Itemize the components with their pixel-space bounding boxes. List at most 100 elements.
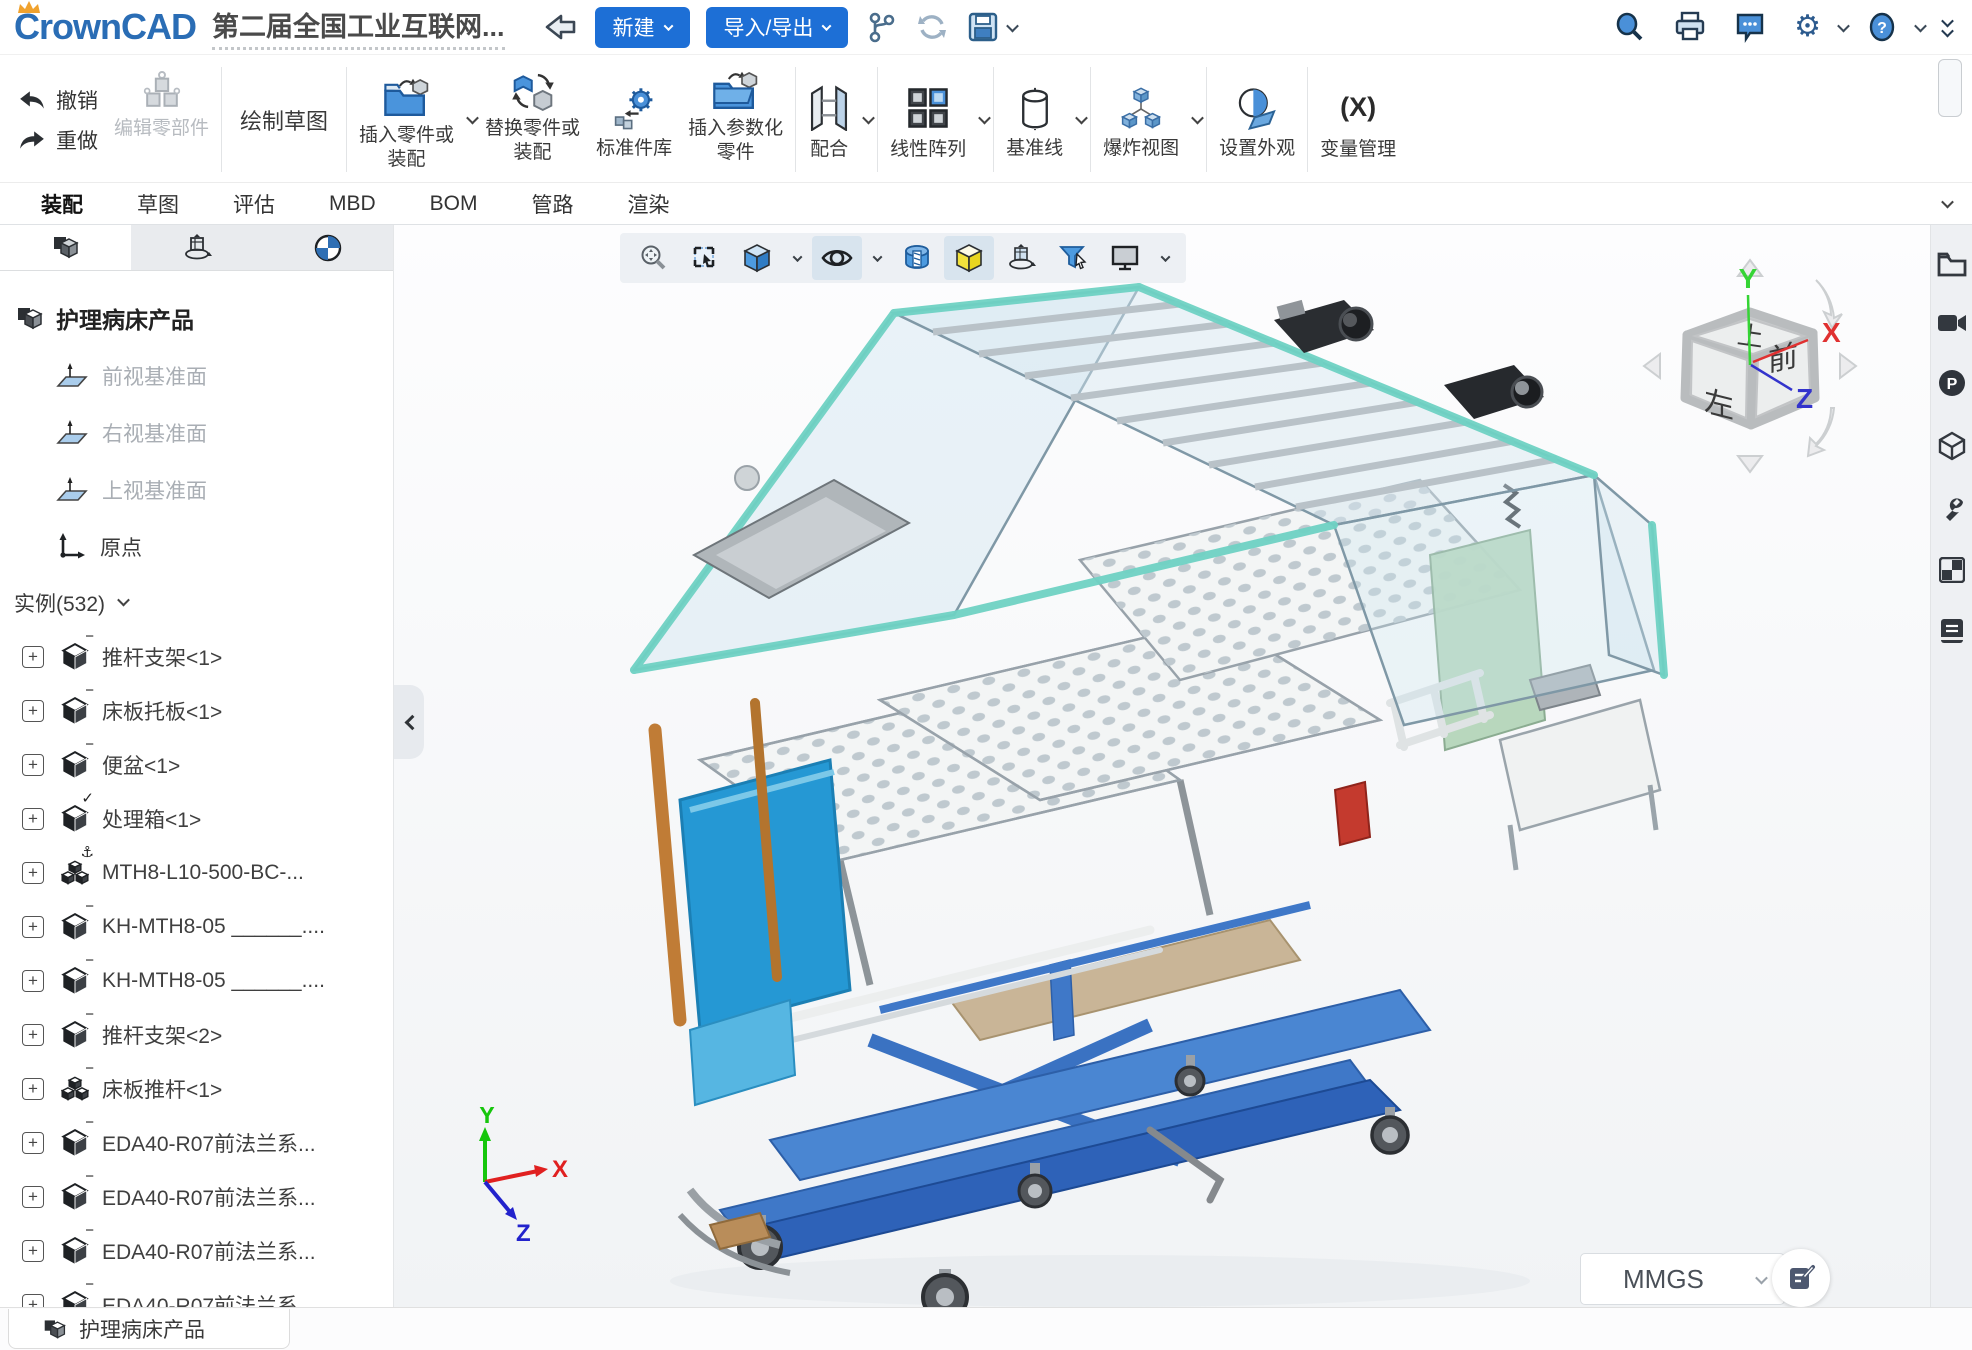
- visibility-chevron-icon[interactable]: [864, 236, 890, 280]
- model-box-icon[interactable]: [1937, 431, 1967, 461]
- set-appearance-button[interactable]: 设置外观: [1211, 61, 1303, 178]
- open-document-chip[interactable]: 护理病床产品: [8, 1309, 290, 1349]
- tree-item[interactable]: − EDA40-R07前法兰系: [0, 1278, 393, 1307]
- viewcube-left-arrow[interactable]: [1644, 354, 1660, 378]
- exploded-view-button[interactable]: 爆炸视图: [1095, 79, 1187, 161]
- 3d-viewport[interactable]: 上 左 前 Y X Z Y X Z: [394, 225, 1930, 1307]
- expand-icon[interactable]: [22, 1132, 44, 1154]
- folder-icon[interactable]: [1937, 251, 1967, 277]
- tab-mbd[interactable]: MBD: [302, 183, 403, 224]
- tree-item[interactable]: − 便盆<1>: [0, 738, 393, 792]
- print-icon[interactable]: [1674, 11, 1706, 43]
- redo-button[interactable]: 重做: [18, 125, 98, 155]
- p-badge-icon[interactable]: P: [1938, 369, 1966, 397]
- viewcube-right-arrow[interactable]: [1840, 354, 1856, 378]
- section-view-tool[interactable]: [892, 236, 942, 280]
- linear-pattern-button[interactable]: 线性阵列: [882, 78, 974, 162]
- expand-icon[interactable]: [22, 1240, 44, 1262]
- visibility-tool[interactable]: [812, 236, 862, 280]
- mate-chevron-icon[interactable]: [862, 112, 875, 125]
- tree-item[interactable]: − EDA40-R07前法兰系...: [0, 1170, 393, 1224]
- tree-root[interactable]: 护理病床产品: [0, 289, 393, 347]
- datum-line-chevron-icon[interactable]: [1075, 112, 1088, 125]
- insert-parametric-button[interactable]: 插入参数化零件: [680, 61, 791, 178]
- ribbon-scroll-thumb[interactable]: [1938, 59, 1962, 117]
- sidebar-tab-turntable[interactable]: [131, 225, 262, 270]
- tab-piping[interactable]: 管路: [505, 183, 601, 224]
- expand-icon[interactable]: [22, 700, 44, 722]
- linear-pattern-chevron-icon[interactable]: [978, 112, 991, 125]
- notebook-icon[interactable]: [1939, 617, 1965, 645]
- screen-tool[interactable]: [1100, 236, 1150, 280]
- replace-part-button[interactable]: 替换零件或装配: [477, 61, 588, 178]
- tree-item[interactable]: − 推杆支架<2>: [0, 1008, 393, 1062]
- sync-icon[interactable]: [916, 11, 948, 43]
- rotate-view-tool[interactable]: [996, 236, 1046, 280]
- expand-icon[interactable]: [22, 970, 44, 992]
- back-arrow-icon[interactable]: [543, 12, 577, 42]
- datum-line-button[interactable]: 基准线: [998, 79, 1071, 161]
- save-chevron-icon[interactable]: [1006, 19, 1019, 32]
- view-orientation-chevron-icon[interactable]: [784, 236, 810, 280]
- undo-button[interactable]: 撤销: [18, 85, 98, 115]
- view-orientation-tool[interactable]: [732, 236, 782, 280]
- screen-chevron-icon[interactable]: [1152, 236, 1178, 280]
- collapse-toolbar-icon[interactable]: [1943, 18, 1952, 37]
- view-cube[interactable]: 上 左 前 Y X Z: [1620, 240, 1900, 490]
- branch-icon[interactable]: [866, 11, 896, 43]
- gear-icon[interactable]: ⚙: [1794, 12, 1821, 42]
- zoom-tool[interactable]: [628, 236, 678, 280]
- save-icon[interactable]: [968, 12, 998, 42]
- tree-item-front-plane[interactable]: 前视基准面: [0, 347, 393, 404]
- expand-icon[interactable]: [22, 808, 44, 830]
- tab-bom[interactable]: BOM: [403, 183, 505, 224]
- expand-icon[interactable]: [22, 1186, 44, 1208]
- import-export-button[interactable]: 导入/导出: [706, 7, 849, 48]
- expand-icon[interactable]: [22, 1078, 44, 1100]
- filter-tool[interactable]: [1048, 236, 1098, 280]
- tab-sketch[interactable]: 草图: [110, 183, 206, 224]
- tree-item[interactable]: − 推杆支架<1>: [0, 630, 393, 684]
- edit-component-button[interactable]: 编辑零部件: [106, 61, 217, 178]
- tab-evaluate[interactable]: 评估: [206, 183, 302, 224]
- new-button[interactable]: 新建: [595, 7, 690, 48]
- expand-icon[interactable]: [22, 1024, 44, 1046]
- tree-item[interactable]: − KH-MTH8-05 ______....: [0, 900, 393, 954]
- comment-icon[interactable]: [1734, 11, 1766, 43]
- tree-item-top-plane[interactable]: 上视基准面: [0, 461, 393, 518]
- tree-item[interactable]: ⚓ MTH8-L10-500-BC-...: [0, 846, 393, 900]
- video-camera-icon[interactable]: [1937, 311, 1967, 335]
- tree-item[interactable]: − EDA40-R07前法兰系...: [0, 1116, 393, 1170]
- tab-assembly[interactable]: 装配: [14, 183, 110, 224]
- tree-item[interactable]: ✓ 处理箱<1>: [0, 792, 393, 846]
- tab-render[interactable]: 渲染: [601, 183, 697, 224]
- material-icon[interactable]: [1939, 557, 1965, 583]
- expand-icon[interactable]: [22, 754, 44, 776]
- tree-item[interactable]: − KH-MTH8-05 ______....: [0, 954, 393, 1008]
- tree-item-origin[interactable]: 原点: [0, 518, 393, 575]
- standard-library-button[interactable]: 标准件库: [588, 61, 680, 178]
- tree-item[interactable]: − 床板推杆<1>: [0, 1062, 393, 1116]
- search-icon[interactable]: [1614, 11, 1646, 43]
- app-logo[interactable]: CrownCAD: [14, 6, 196, 48]
- sidebar-tab-tree[interactable]: [0, 225, 131, 270]
- sidebar-tab-display-states[interactable]: [262, 225, 393, 270]
- help-icon[interactable]: ?: [1866, 11, 1898, 43]
- gear-chevron-icon[interactable]: [1837, 19, 1850, 32]
- insert-part-button[interactable]: 插入零件或装配: [351, 68, 462, 172]
- mate-button[interactable]: 配合: [800, 78, 858, 162]
- viewcube-down-arrow[interactable]: [1738, 456, 1762, 472]
- tabrow-chevron-icon[interactable]: [1941, 196, 1954, 209]
- sidebar-collapse-button[interactable]: [394, 685, 424, 759]
- exploded-view-chevron-icon[interactable]: [1191, 112, 1204, 125]
- note-edit-button[interactable]: [1772, 1249, 1830, 1307]
- help-chevron-icon[interactable]: [1914, 19, 1927, 32]
- expand-icon[interactable]: [22, 862, 44, 884]
- draw-sketch-button[interactable]: 绘制草图: [226, 61, 342, 178]
- appearance-display-tool[interactable]: [944, 236, 994, 280]
- variable-manager-button[interactable]: (X) 变量管理: [1312, 61, 1404, 178]
- expand-icon[interactable]: [22, 916, 44, 938]
- tree-item[interactable]: − 床板托板<1>: [0, 684, 393, 738]
- instances-header[interactable]: 实例(532): [0, 575, 393, 630]
- wrench-icon[interactable]: [1938, 495, 1966, 523]
